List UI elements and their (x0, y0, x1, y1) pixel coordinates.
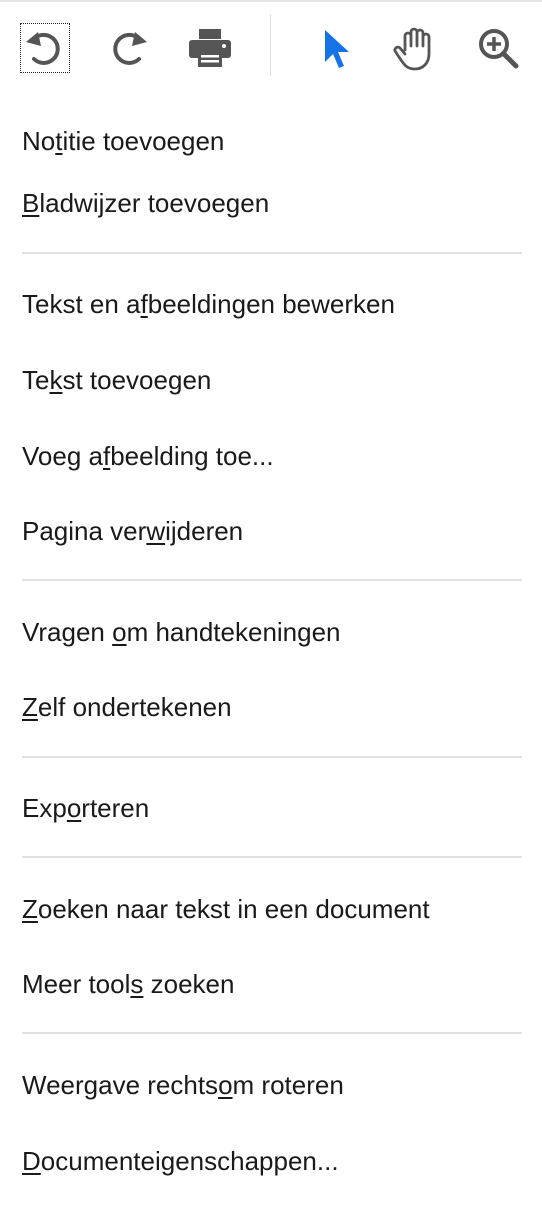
toolbar-divider (270, 14, 271, 76)
accelerator-key: k (49, 365, 63, 395)
menu-item-label: rteren (81, 793, 150, 823)
menu-item-add-text[interactable]: Tekst toevoegen (22, 360, 211, 400)
menu-item-label: oeken naar tekst in een document (37, 894, 430, 924)
menu-item-add-bookmark[interactable]: Bladwijzer toevoegen (22, 183, 269, 223)
menu-separator (22, 252, 522, 254)
menu-item-label: Vragen (22, 617, 113, 647)
menu-item-find-more-tools[interactable]: Meer tools zoeken (22, 964, 234, 1004)
menu-item-label: No (22, 126, 56, 156)
accelerator-key: w (146, 516, 166, 546)
accelerator-key: Z (22, 692, 38, 722)
select-tool-button[interactable] (305, 20, 361, 76)
menu-item-add-note[interactable]: Notitie toevoegen (22, 121, 224, 161)
print-icon (189, 29, 231, 67)
menu-item-label: beelding toe... (110, 441, 274, 471)
accelerator-key: B (22, 188, 40, 218)
menu-item-label: Tekst en a (22, 289, 141, 319)
accelerator-key: o (66, 793, 82, 823)
menu-item-add-image[interactable]: Voeg afbeelding toe... (22, 436, 274, 476)
menu-item-label: beeldingen bewerken (147, 289, 395, 319)
menu-item-label: Meer tool (22, 969, 131, 999)
menu-item-edit-text-images[interactable]: Tekst en afbeeldingen bewerken (22, 284, 395, 324)
select-pointer-icon (325, 30, 349, 68)
menu-item-label: ijderen (165, 516, 244, 546)
menu-item-label: m handtekeningen (126, 617, 341, 647)
menu-item-rotate-view-clockwise[interactable]: Weergave rechtsom roteren (22, 1065, 344, 1105)
menu-separator (22, 579, 522, 581)
menu-separator (22, 756, 522, 758)
zoom-in-button[interactable] (470, 20, 526, 76)
menu-separator (22, 1032, 522, 1034)
accelerator-key: o (218, 1070, 233, 1100)
menu-item-label: Pagina ver (22, 516, 147, 546)
hand-tool-button[interactable] (387, 20, 443, 76)
accelerator-key: s (130, 969, 144, 999)
menu-item-sign-yourself[interactable]: Zelf ondertekenen (22, 687, 232, 727)
menu-item-export[interactable]: Exporteren (22, 788, 149, 828)
accelerator-key: o (112, 617, 127, 647)
rotate-left-icon (26, 32, 60, 65)
quick-tools-toolbar (0, 0, 542, 92)
menu-item-search-text[interactable]: Zoeken naar tekst in een document (22, 889, 430, 929)
menu-item-label: ladwijzer toevoegen (39, 188, 270, 218)
rotate-left-button[interactable] (17, 20, 73, 76)
rotate-right-button[interactable] (100, 20, 156, 76)
zoom-in-icon (479, 29, 519, 69)
accelerator-key: D (22, 1146, 41, 1176)
menu-separator (22, 856, 522, 858)
menu-item-label: m roteren (232, 1070, 344, 1100)
menu-item-label: Voeg a (22, 441, 103, 471)
accelerator-key: Z (22, 894, 38, 924)
hand-icon (393, 27, 431, 71)
print-button[interactable] (182, 20, 238, 76)
menu-item-document-properties[interactable]: Documenteigenschappen... (22, 1141, 339, 1181)
menu-item-label: zoeken (143, 969, 235, 999)
accelerator-key: f (140, 289, 148, 319)
menu-item-delete-page[interactable]: Pagina verwijderen (22, 511, 243, 551)
menu-item-label: st toevoegen (62, 365, 212, 395)
menu-item-label: Weergave rechts (22, 1070, 219, 1100)
menu-item-label: Exp (22, 793, 67, 823)
menu-item-label: Te (22, 365, 50, 395)
menu-item-label: elf ondertekenen (37, 692, 232, 722)
menu-item-label: itie toevoegen (62, 126, 225, 156)
menu-item-label: ocumenteigenschappen... (40, 1146, 339, 1176)
rotate-right-icon (113, 32, 147, 65)
context-menu: Notitie toevoegen Bladwijzer toevoegen T… (0, 0, 542, 1218)
menu-item-request-signatures[interactable]: Vragen om handtekeningen (22, 612, 341, 652)
